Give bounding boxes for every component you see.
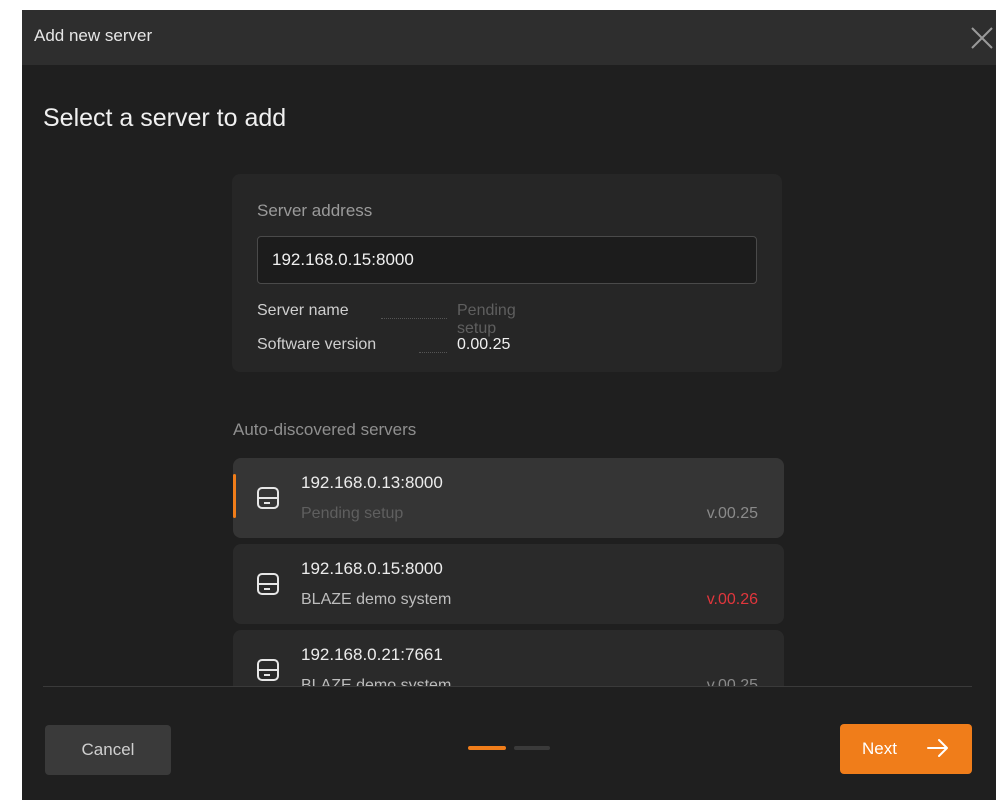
server-list-item[interactable]: 192.168.0.21:7661 BLAZE demo system v.00…: [233, 630, 784, 687]
close-icon[interactable]: [962, 22, 996, 54]
server-list[interactable]: 192.168.0.13:8000 Pending setup v.00.25 …: [233, 458, 784, 687]
server-address: 192.168.0.15:8000: [301, 559, 443, 578]
server-name-value: Pending setup: [457, 302, 516, 337]
close-button[interactable]: [962, 22, 996, 54]
step-dot: [514, 746, 550, 750]
title-bar: Add new server: [22, 10, 996, 65]
server-version: v.00.26: [706, 591, 758, 608]
server-list-item[interactable]: 192.168.0.15:8000 BLAZE demo system v.00…: [233, 544, 784, 624]
software-version-row: Software version 0.00.25: [257, 336, 510, 358]
add-server-dialog: Add new server Select a server to add Se…: [22, 10, 996, 800]
cancel-button[interactable]: Cancel: [45, 725, 171, 775]
software-version-value: 0.00.25: [457, 336, 511, 353]
server-name: BLAZE demo system: [301, 591, 452, 608]
step-dot-active: [468, 746, 506, 750]
leader-dots: [381, 318, 447, 319]
selection-indicator: [233, 474, 236, 518]
auto-discovered-label: Auto-discovered servers: [233, 420, 417, 439]
server-name-row: Server name Pending setup: [257, 302, 516, 337]
server-address-label: Server address: [257, 201, 373, 220]
leader-dots: [419, 352, 447, 353]
dialog-title: Add new server: [34, 26, 153, 45]
server-version: v.00.25: [706, 505, 758, 522]
server-name: Pending setup: [301, 505, 404, 522]
server-icon: [257, 573, 279, 595]
software-version-label: Software version: [257, 336, 377, 353]
server-address-card: Server address Server name Pending setup…: [232, 174, 782, 372]
server-icon: [257, 659, 279, 681]
arrow-right-icon: [927, 739, 948, 757]
next-button[interactable]: Next: [840, 724, 972, 774]
server-address: 192.168.0.21:7661: [301, 645, 443, 664]
page-title: Select a server to add: [43, 104, 287, 132]
footer-divider: [43, 686, 972, 687]
server-list-item[interactable]: 192.168.0.13:8000 Pending setup v.00.25: [233, 458, 784, 538]
server-address: 192.168.0.13:8000: [301, 473, 443, 492]
server-name-label: Server name: [257, 302, 349, 319]
next-label: Next: [862, 739, 897, 758]
server-icon: [257, 487, 279, 509]
server-address-input[interactable]: [257, 236, 757, 284]
